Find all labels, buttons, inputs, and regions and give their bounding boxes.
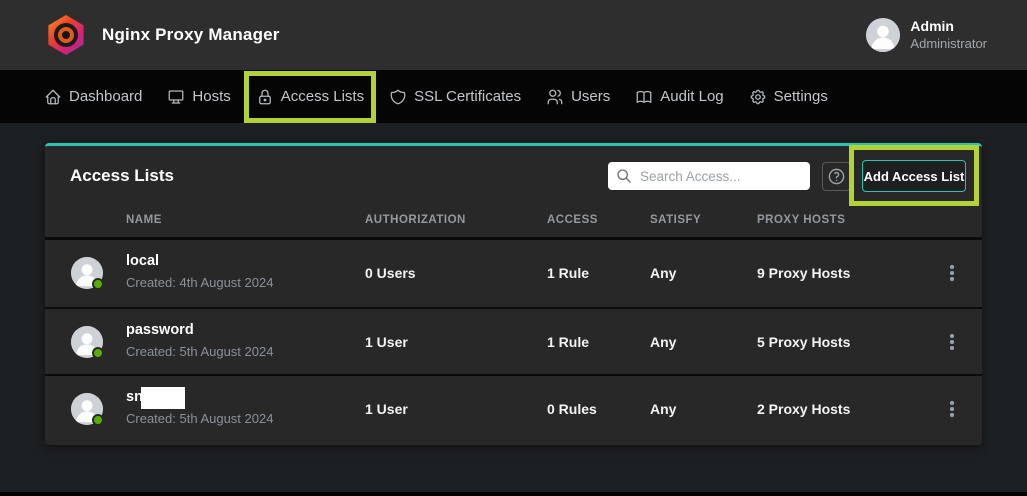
search-icon: [616, 168, 632, 184]
column-header-satisfy: SATISFY: [650, 214, 701, 226]
proxy-hosts-value: 5 Proxy Hosts: [757, 334, 850, 350]
authorization-value: 1 User: [365, 401, 408, 417]
online-status-dot: [92, 414, 104, 426]
users-icon: [546, 88, 564, 106]
table-row: password Created: 5th August 2024 1 User…: [45, 307, 982, 374]
app-logo-icon: [46, 15, 86, 55]
nav-item-audit-log[interactable]: Audit Log: [635, 88, 723, 106]
add-access-list-button[interactable]: Add Access List: [862, 160, 966, 192]
authorization-value: 1 User: [365, 334, 408, 350]
nav-item-label: Audit Log: [660, 88, 723, 105]
proxy-hosts-value: 9 Proxy Hosts: [757, 265, 850, 281]
help-icon: [827, 167, 846, 186]
gear-icon: [749, 88, 767, 106]
book-icon: [635, 88, 653, 106]
main-nav: Dashboard Hosts Access Lists SSL Certifi…: [0, 70, 1027, 123]
table-row: sn Created: 5th August 2024 1 User 0 Rul…: [45, 374, 982, 441]
search-input[interactable]: [640, 169, 802, 184]
table-body: local Created: 4th August 2024 0 Users 1…: [45, 240, 982, 441]
user-avatar: [866, 18, 900, 52]
nav-item-label: Users: [571, 88, 610, 105]
monitor-icon: [167, 88, 185, 106]
user-menu[interactable]: Admin Administrator: [866, 18, 987, 52]
nav-item-hosts[interactable]: Hosts: [167, 88, 230, 106]
person-icon: [866, 18, 900, 52]
column-header-proxy-hosts: PROXY HOSTS: [757, 214, 845, 226]
logo-inner-circle: [54, 23, 78, 47]
nav-item-dashboard[interactable]: Dashboard: [44, 88, 142, 106]
avatar: [71, 326, 103, 358]
access-list-name: local: [126, 253, 159, 269]
satisfy-value: Any: [650, 401, 676, 417]
created-date: Created: 5th August 2024: [126, 411, 273, 426]
column-header-access: ACCESS: [547, 214, 598, 226]
panel-title: Access Lists: [70, 166, 174, 186]
search-box: [608, 162, 810, 190]
lock-icon: [256, 88, 274, 106]
satisfy-value: Any: [650, 334, 676, 350]
row-menu-button[interactable]: [940, 326, 964, 358]
nginx-proxy-manager-window: Nginx Proxy Manager Admin Administrator …: [0, 0, 1027, 496]
redaction-box: [141, 387, 185, 409]
row-menu-button[interactable]: [940, 257, 964, 289]
created-date: Created: 4th August 2024: [126, 275, 273, 290]
bottom-edge-strip: [0, 492, 1027, 496]
online-status-dot: [92, 347, 104, 359]
nav-item-label: Settings: [774, 88, 828, 105]
nav-item-label: Dashboard: [69, 88, 142, 105]
app-header: Nginx Proxy Manager Admin Administrator: [0, 0, 1027, 70]
access-value: 1 Rule: [547, 265, 589, 281]
access-list-name: password: [126, 322, 194, 338]
user-name: Admin: [910, 18, 987, 36]
column-header-name: NAME: [126, 214, 162, 226]
access-lists-panel: Access Lists Add Access List NAME AUTHORI…: [45, 143, 982, 445]
table-header: NAME AUTHORIZATION ACCESS SATISFY PROXY HOST…: [45, 205, 982, 237]
help-button[interactable]: [822, 162, 851, 191]
created-date: Created: 5th August 2024: [126, 344, 273, 359]
home-icon: [44, 88, 62, 106]
nav-item-access-lists[interactable]: Access Lists: [256, 88, 364, 106]
row-menu-button[interactable]: [940, 393, 964, 425]
table-row: local Created: 4th August 2024 0 Users 1…: [45, 240, 982, 307]
nav-item-ssl-certificates[interactable]: SSL Certificates: [389, 88, 521, 106]
nav-item-label: Hosts: [192, 88, 230, 105]
user-role: Administrator: [910, 36, 987, 52]
access-value: 0 Rules: [547, 401, 597, 417]
nav-item-settings[interactable]: Settings: [749, 88, 828, 106]
nav-item-label: Access Lists: [281, 88, 364, 105]
avatar: [71, 393, 103, 425]
nav-item-users[interactable]: Users: [546, 88, 610, 106]
avatar: [71, 257, 103, 289]
online-status-dot: [92, 278, 104, 290]
logo-ring: [58, 27, 74, 43]
satisfy-value: Any: [650, 265, 676, 281]
access-value: 1 Rule: [547, 334, 589, 350]
shield-icon: [389, 88, 407, 106]
nav-item-label: SSL Certificates: [414, 88, 521, 105]
app-title: Nginx Proxy Manager: [102, 25, 280, 45]
column-header-authorization: AUTHORIZATION: [365, 214, 466, 226]
authorization-value: 0 Users: [365, 265, 416, 281]
proxy-hosts-value: 2 Proxy Hosts: [757, 401, 850, 417]
